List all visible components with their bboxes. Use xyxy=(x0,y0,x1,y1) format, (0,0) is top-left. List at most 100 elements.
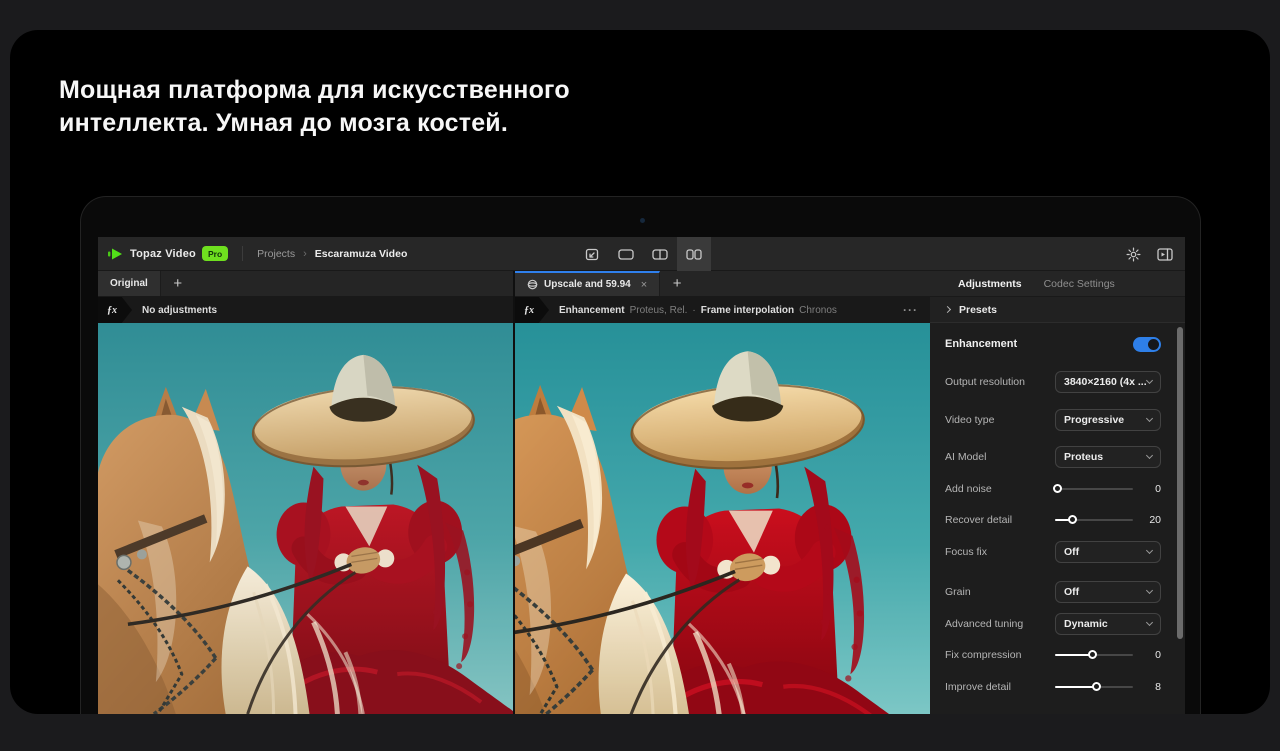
breadcrumb-projects[interactable]: Projects xyxy=(257,248,295,260)
page-title: Мощная платформа для искусственного инте… xyxy=(59,74,699,140)
dropdown-select[interactable]: 3840×2160 (4x ... xyxy=(1055,371,1161,393)
panel-control-row: Advanced tuning Dynamic xyxy=(945,613,1161,635)
interpolation-filter-label[interactable]: Frame interpolation xyxy=(701,305,794,316)
tab-upscale-label: Upscale and 59.94 xyxy=(544,279,631,290)
app-header: Topaz Video Pro Projects › Escaramuza Vi… xyxy=(98,237,1185,271)
panel-controls: Output resolution 3840×2160 (4x ... Vide… xyxy=(945,371,1161,698)
header-divider xyxy=(242,246,243,261)
slider[interactable] xyxy=(1055,650,1133,660)
slider-track xyxy=(1055,488,1133,490)
slider-knob[interactable] xyxy=(1053,484,1062,493)
slider-control: 0 xyxy=(1055,483,1161,495)
add-tab-button[interactable]: + xyxy=(161,271,195,296)
tab-codec-settings[interactable]: Codec Settings xyxy=(1044,278,1115,290)
tab-adjustments[interactable]: Adjustments xyxy=(958,278,1022,290)
view-mode-switcher xyxy=(575,237,711,271)
export-panel-icon[interactable] xyxy=(1157,248,1173,261)
slider-knob[interactable] xyxy=(1088,650,1097,659)
chevron-down-icon xyxy=(1146,452,1153,459)
marketing-card: Мощная платформа для искусственного инте… xyxy=(10,30,1270,714)
toolbars: ƒx No adjustments ƒx Enhancement Proteus… xyxy=(98,297,1185,323)
panel-scrollbar[interactable] xyxy=(1177,327,1183,639)
dropdown-select[interactable]: Dynamic xyxy=(1055,613,1161,635)
video-frame-original[interactable] xyxy=(98,323,513,714)
adjustments-panel: Enhancement Output resolution 3840×2160 … xyxy=(930,323,1185,714)
select-value: Progressive xyxy=(1064,414,1147,426)
chevron-down-icon xyxy=(1146,587,1153,594)
breadcrumb: Projects › Escaramuza Video xyxy=(257,248,407,260)
slider-value: 0 xyxy=(1133,649,1161,661)
breadcrumb-current: Escaramuza Video xyxy=(315,248,408,260)
slider-value: 20 xyxy=(1133,514,1161,526)
add-tab-button[interactable]: + xyxy=(660,271,694,296)
control-label: Advanced tuning xyxy=(945,618,1055,630)
select-value: Off xyxy=(1064,586,1147,598)
select-value: 3840×2160 (4x ... xyxy=(1064,376,1147,388)
enhancement-toggle[interactable] xyxy=(1133,337,1161,352)
filter-separator: · xyxy=(692,305,695,316)
tab-close-icon[interactable]: × xyxy=(641,279,647,291)
chevron-right-icon xyxy=(944,306,951,313)
interpolation-filter-value: Chronos xyxy=(799,305,837,316)
select-value: Proteus xyxy=(1064,451,1147,463)
fx-icon: ƒx xyxy=(515,297,549,323)
sphere-icon xyxy=(527,279,538,290)
slider-knob[interactable] xyxy=(1092,682,1101,691)
control-label: Fix compression xyxy=(945,649,1055,661)
original-tab-strip: Original + xyxy=(98,271,513,297)
dropdown-select[interactable]: Off xyxy=(1055,581,1161,603)
control-label: Grain xyxy=(945,586,1055,598)
slider-value: 0 xyxy=(1133,483,1161,495)
view-side-by-side-button[interactable] xyxy=(677,237,711,271)
slider-control: 0 xyxy=(1055,649,1161,661)
more-options-icon[interactable]: ··· xyxy=(903,303,918,317)
enhancement-filter-label[interactable]: Enhancement xyxy=(559,305,625,316)
control-label: Add noise xyxy=(945,483,1055,495)
enhancement-toggle-row: Enhancement xyxy=(945,333,1161,355)
panel-control-row: Output resolution 3840×2160 (4x ... xyxy=(945,371,1161,393)
panel-control-row: Grain Off xyxy=(945,581,1161,603)
dropdown-select[interactable]: Off xyxy=(1055,541,1161,563)
preview-tab-strip: Upscale and 59.94 × + xyxy=(515,271,930,297)
slider-fill xyxy=(1055,686,1096,688)
presets-row[interactable]: Presets xyxy=(930,297,1185,323)
slider[interactable] xyxy=(1055,682,1133,692)
enhancement-filter-value: Proteus, Rel. xyxy=(630,305,688,316)
control-label: Focus fix xyxy=(945,546,1055,558)
chevron-down-icon xyxy=(1146,547,1153,554)
panel-control-row: Focus fix Off xyxy=(945,541,1161,563)
slider-control: 8 xyxy=(1055,681,1161,693)
video-frame-preview[interactable] xyxy=(515,323,930,714)
panel-control-row: Improve detail 8 xyxy=(945,676,1161,698)
chevron-down-icon xyxy=(1146,415,1153,422)
brand-name: Topaz Video xyxy=(130,248,196,260)
view-split-icon xyxy=(652,249,668,260)
view-single-button[interactable] xyxy=(609,237,643,271)
slider-fill xyxy=(1055,654,1092,656)
tab-original-label: Original xyxy=(110,278,148,289)
brand-play-icon xyxy=(108,248,124,260)
slider[interactable] xyxy=(1055,515,1133,525)
control-label: Video type xyxy=(945,414,1055,426)
panel-control-row: Video type Progressive xyxy=(945,409,1161,431)
control-label: AI Model xyxy=(945,451,1055,463)
chevron-down-icon xyxy=(1146,377,1153,384)
dropdown-select[interactable]: Proteus xyxy=(1055,446,1161,468)
view-side-by-side-icon xyxy=(686,249,702,260)
view-fit-icon xyxy=(585,248,599,261)
tab-original[interactable]: Original xyxy=(98,271,161,296)
view-split-button[interactable] xyxy=(643,237,677,271)
slider[interactable] xyxy=(1055,484,1133,494)
tab-upscale[interactable]: Upscale and 59.94 × xyxy=(515,271,660,296)
slider-control: 20 xyxy=(1055,514,1161,526)
settings-gear-icon[interactable] xyxy=(1126,247,1141,262)
view-fit-button[interactable] xyxy=(575,237,609,271)
slider-knob[interactable] xyxy=(1068,515,1077,524)
dropdown-select[interactable]: Progressive xyxy=(1055,409,1161,431)
view-single-icon xyxy=(618,249,634,260)
no-adjustments-label: No adjustments xyxy=(142,305,217,316)
device-mockup: Topaz Video Pro Projects › Escaramuza Vi… xyxy=(80,196,1201,714)
select-value: Off xyxy=(1064,546,1147,558)
original-toolbar: ƒx No adjustments xyxy=(98,297,513,323)
panel-control-row: Fix compression 0 xyxy=(945,644,1161,666)
